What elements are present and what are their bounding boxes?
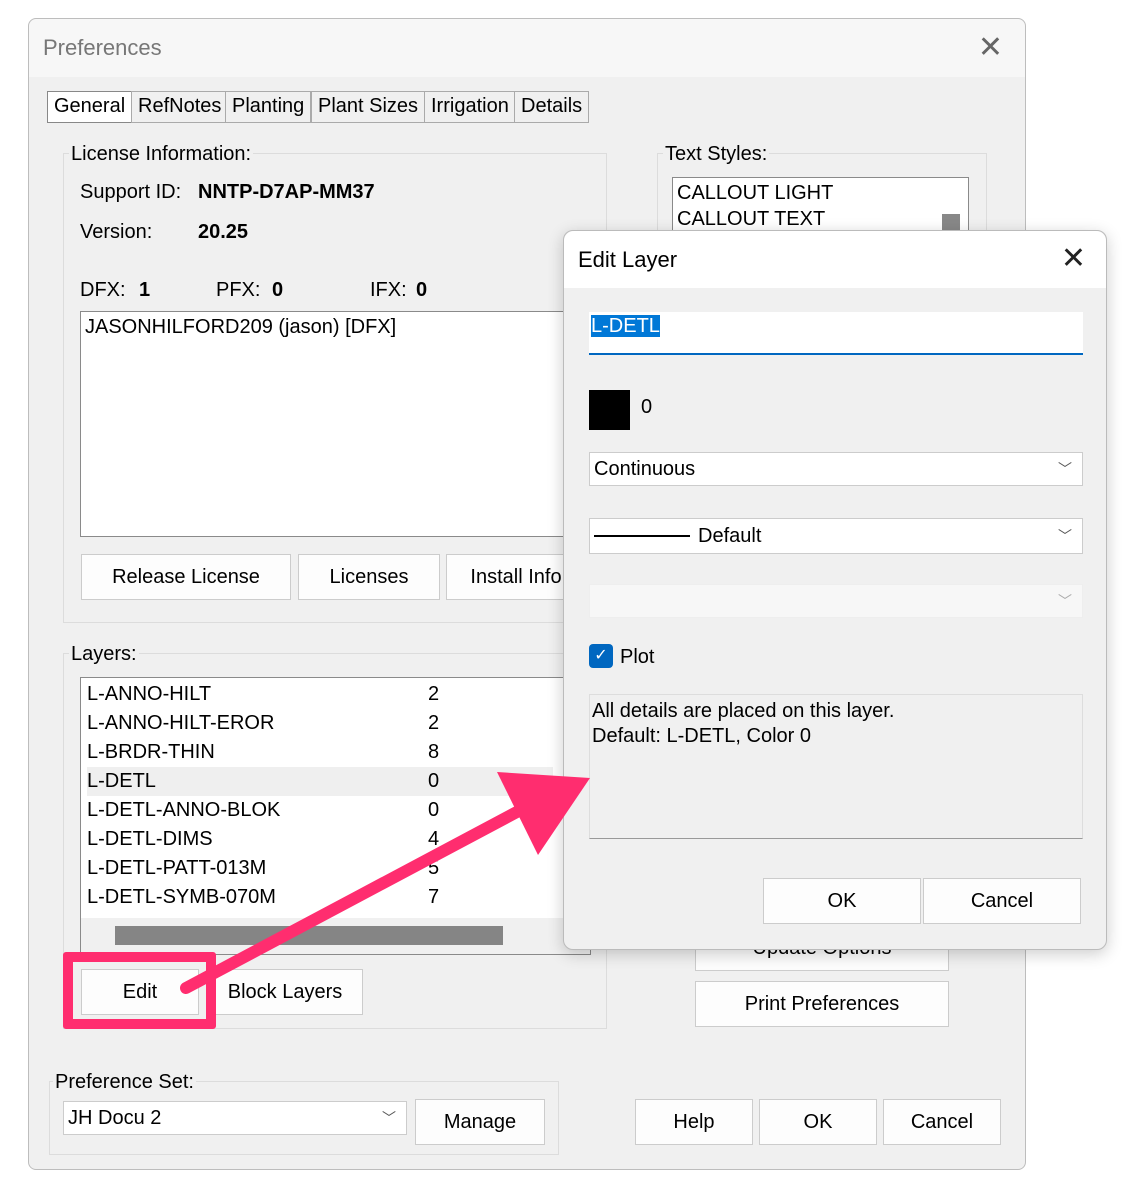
arrow-shaft (180, 799, 536, 994)
arrow-annotation (180, 772, 590, 994)
